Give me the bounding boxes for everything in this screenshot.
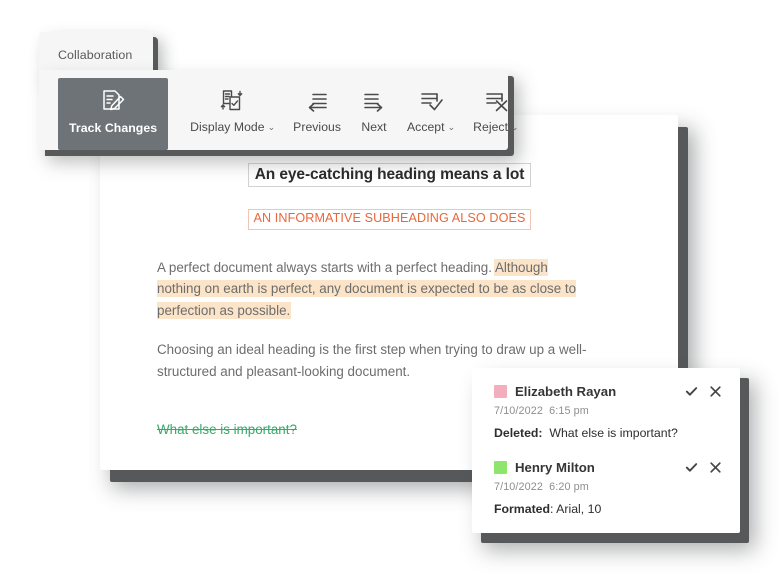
review-change-timestamp: 7/10/2022 6:20 pm — [494, 481, 722, 493]
display-mode-text: Display Mode — [190, 120, 265, 134]
review-change-item: Henry Milton 7/10/2022 6:20 pm Formated:… — [494, 458, 722, 516]
review-change-type: Deleted: — [494, 426, 543, 440]
review-change-header: Elizabeth Rayan — [494, 382, 722, 400]
document-checklist-icon — [218, 86, 248, 116]
review-change-timestamp: 7/10/2022 6:15 pm — [494, 405, 722, 417]
accept-text: Accept — [407, 120, 445, 134]
review-author-name: Henry Milton — [515, 459, 595, 475]
toolbar-button-reject[interactable]: Reject ⌄ — [464, 78, 527, 150]
review-change-description: Deleted: What else is important? — [494, 426, 722, 440]
review-change-value: : Arial, 10 — [550, 502, 602, 516]
toolbar-button-next[interactable]: Next — [350, 78, 398, 150]
toolbar-label-accept: Accept ⌄ — [407, 120, 455, 134]
arrow-right-document-icon — [359, 86, 389, 116]
check-icon[interactable] — [685, 461, 698, 474]
chevron-down-icon: ⌄ — [447, 122, 456, 132]
document-paragraph-1: A perfect document always starts with a … — [157, 257, 595, 322]
reject-text: Reject — [473, 120, 509, 134]
review-change-value: What else is important? — [549, 426, 678, 440]
review-change-date: 7/10/2022 — [494, 405, 543, 417]
toolbar-label-next: Next — [361, 120, 387, 134]
toolbar-label-display-mode: Display Mode ⌄ — [190, 120, 275, 134]
document-heading-row: An eye-catching heading means a lot — [157, 163, 622, 188]
toolbar-button-previous[interactable]: Previous — [284, 78, 350, 150]
tracked-deletion-text: What else is important? — [157, 422, 297, 438]
document-pencil-icon — [98, 87, 128, 117]
close-icon[interactable] — [709, 385, 722, 398]
paragraph-1-plain-text: A perfect document always starts with a … — [157, 259, 495, 275]
document-subheading-row: AN INFORMATIVE SUBHEADING ALSO DOES — [157, 209, 622, 230]
check-icon[interactable] — [685, 385, 698, 398]
review-change-date: 7/10/2022 — [494, 481, 543, 493]
review-change-time: 6:20 pm — [549, 481, 589, 493]
toolbar-button-accept[interactable]: Accept ⌄ — [398, 78, 464, 150]
chevron-down-icon: ⌄ — [511, 122, 519, 132]
collaboration-toolbar: Track Changes Display Mode ⌄ Previous Ne… — [39, 70, 519, 150]
app-mockup-stage: An eye-catching heading means a lot AN I… — [0, 0, 780, 580]
toolbar-label-previous: Previous — [293, 120, 341, 134]
chevron-down-icon: ⌄ — [267, 122, 276, 132]
review-change-item: Elizabeth Rayan 7/10/2022 6:15 pm Delete… — [494, 382, 722, 440]
review-author-name: Elizabeth Rayan — [515, 383, 617, 399]
author-color-swatch — [494, 460, 507, 474]
review-change-type: Formated — [494, 502, 551, 516]
review-change-actions — [685, 461, 722, 474]
document-heading: An eye-catching heading means a lot — [247, 163, 532, 188]
tab-collaboration-label: Collaboration — [58, 47, 133, 62]
review-change-description: Formated: Arial, 10 — [494, 502, 722, 516]
document-x-icon — [481, 86, 511, 116]
close-icon[interactable] — [709, 461, 722, 474]
toolbar-button-track-changes[interactable]: Track Changes — [58, 78, 169, 150]
document-subheading: AN INFORMATIVE SUBHEADING ALSO DOES — [247, 209, 532, 230]
document-check-icon — [416, 86, 446, 116]
arrow-left-document-icon — [302, 86, 332, 116]
author-color-swatch — [494, 384, 507, 398]
review-change-time: 6:15 pm — [549, 405, 589, 417]
toolbar-button-display-mode[interactable]: Display Mode ⌄ — [181, 78, 284, 150]
review-change-header: Henry Milton — [494, 458, 722, 476]
review-changes-panel: Elizabeth Rayan 7/10/2022 6:15 pm Delete… — [472, 368, 740, 533]
review-change-actions — [685, 385, 722, 398]
toolbar-label-track-changes: Track Changes — [69, 121, 158, 135]
toolbar-label-reject: Reject ⌄ — [473, 120, 518, 134]
